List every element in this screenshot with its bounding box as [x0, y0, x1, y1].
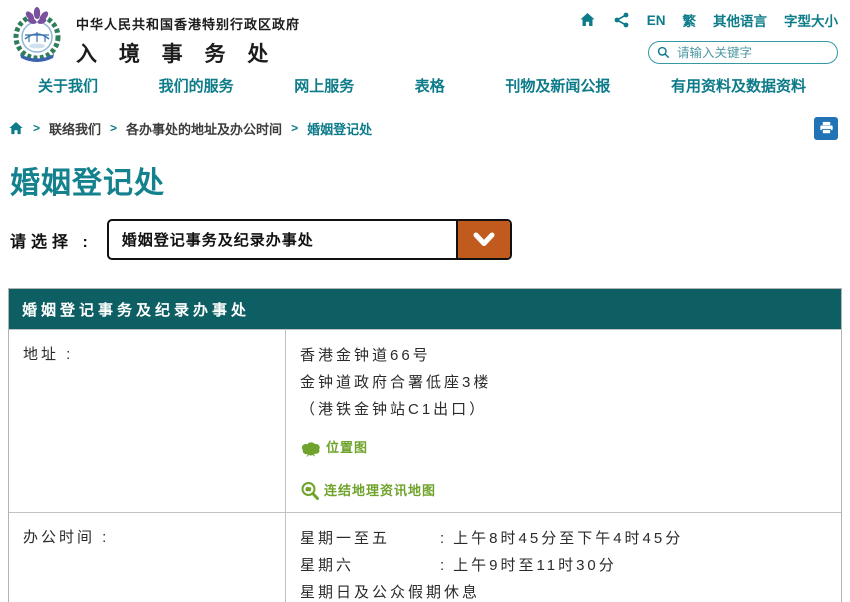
share-icon[interactable] [613, 12, 630, 28]
address-line-1: 香港金钟道66号 [300, 342, 831, 369]
address-value: 香港金钟道66号 金钟道政府合署低座3楼 （港铁金钟站C1出口） 位置图 连结地… [286, 330, 841, 512]
font-size-link[interactable]: 字型大小 [784, 10, 838, 30]
address-line-3: （港铁金钟站C1出口） [300, 396, 831, 423]
breadcrumb-office-addresses[interactable]: 各办事处的地址及办公时间 [126, 119, 282, 138]
home-icon[interactable] [8, 121, 24, 136]
breadcrumb: > 联络我们 > 各办事处的地址及办公时间 > 婚姻登记处 [8, 116, 838, 140]
address-line-2: 金钟道政府合署低座3楼 [300, 369, 831, 396]
table-row-address: 地址 : 香港金钟道66号 金钟道政府合署低座3楼 （港铁金钟站C1出口） 位置… [9, 329, 841, 512]
hours-weekday-line: 星期一至五 : 上午8时45分至下午4时45分 [300, 525, 831, 552]
hours-colon: : [440, 552, 447, 579]
office-select-dropdown[interactable]: 婚姻登记事务及纪录办事处 [107, 219, 512, 260]
table-header-office-name: 婚姻登记事务及纪录办事处 [9, 289, 841, 329]
site-header: 中华人民共和国香港特别行政区政府 入 境 事 务 处 EN 繁 其他语言 字型大… [0, 0, 850, 66]
hours-colon: : [440, 525, 447, 552]
gov-line: 中华人民共和国香港特别行政区政府 [76, 14, 300, 33]
home-icon[interactable] [579, 12, 596, 28]
nav-publications[interactable]: 刊物及新闻公报 [505, 75, 610, 96]
search-box[interactable] [648, 41, 838, 64]
office-hours-value: 星期一至五 : 上午8时45分至下午4时45分 星期六 : 上午9时至11时30… [286, 513, 841, 602]
hk-map-icon [300, 440, 322, 457]
breadcrumb-contact-us[interactable]: 联络我们 [49, 119, 101, 138]
printer-icon [819, 121, 834, 135]
office-select-row: 请选择 : 婚姻登记事务及纪录办事处 [10, 219, 850, 260]
other-languages-link[interactable]: 其他语言 [713, 10, 767, 30]
page-title: 婚姻登记处 [10, 158, 850, 202]
geoinfo-map-label: 连结地理资讯地图 [324, 482, 436, 500]
utility-bar: EN 繁 其他语言 字型大小 [579, 6, 838, 30]
breadcrumb-separator: > [110, 121, 117, 135]
table-row-office-hours: 办公时间 : 星期一至五 : 上午8时45分至下午4时45分 星期六 : 上午9… [9, 512, 841, 602]
nav-our-services[interactable]: 我们的服务 [159, 75, 234, 96]
dropdown-arrow-button[interactable] [456, 221, 510, 258]
nav-online-services[interactable]: 网上服务 [294, 75, 354, 96]
search-icon [657, 46, 670, 59]
immigration-dept-logo [8, 6, 66, 64]
office-hours-label: 办公时间 : [9, 513, 286, 602]
map-magnifier-icon [300, 481, 320, 501]
hours-weekday-time: 上午8时45分至下午4时45分 [453, 525, 683, 552]
chevron-down-icon [472, 231, 496, 248]
hours-saturday-time: 上午9时至11时30分 [453, 552, 617, 579]
hours-weekday-days: 星期一至五 [300, 525, 440, 552]
location-map-link[interactable]: 位置图 [300, 439, 831, 457]
nav-about-us[interactable]: 关于我们 [38, 75, 98, 96]
hours-saturday-day: 星期六 [300, 552, 440, 579]
lang-traditional-link[interactable]: 繁 [683, 10, 697, 30]
selected-office-value: 婚姻登记事务及纪录办事处 [109, 229, 456, 250]
breadcrumb-separator: > [33, 121, 40, 135]
hours-saturday-line: 星期六 : 上午9时至11时30分 [300, 552, 831, 579]
hours-closed-note: 星期日及公众假期休息 [300, 579, 831, 602]
nav-forms[interactable]: 表格 [415, 75, 445, 96]
breadcrumb-separator: > [291, 121, 298, 135]
address-label: 地址 : [9, 330, 286, 512]
breadcrumb-marriage-registries: 婚姻登记处 [307, 119, 372, 138]
print-button[interactable] [814, 117, 838, 140]
nav-useful-info[interactable]: 有用资料及数据资料 [671, 75, 806, 96]
select-label: 请选择 : [10, 228, 93, 252]
location-map-label: 位置图 [326, 439, 368, 457]
geoinfo-map-link[interactable]: 连结地理资讯地图 [300, 481, 831, 501]
lang-en-link[interactable]: EN [647, 13, 666, 28]
dept-name: 入 境 事 务 处 [76, 38, 300, 68]
dept-title-block: 中华人民共和国香港特别行政区政府 入 境 事 务 处 [76, 6, 300, 68]
office-info-table: 婚姻登记事务及纪录办事处 地址 : 香港金钟道66号 金钟道政府合署低座3楼 （… [8, 288, 842, 602]
main-nav: 关于我们 我们的服务 网上服务 表格 刊物及新闻公报 有用资料及数据资料 [0, 66, 850, 104]
search-input[interactable] [677, 46, 829, 60]
